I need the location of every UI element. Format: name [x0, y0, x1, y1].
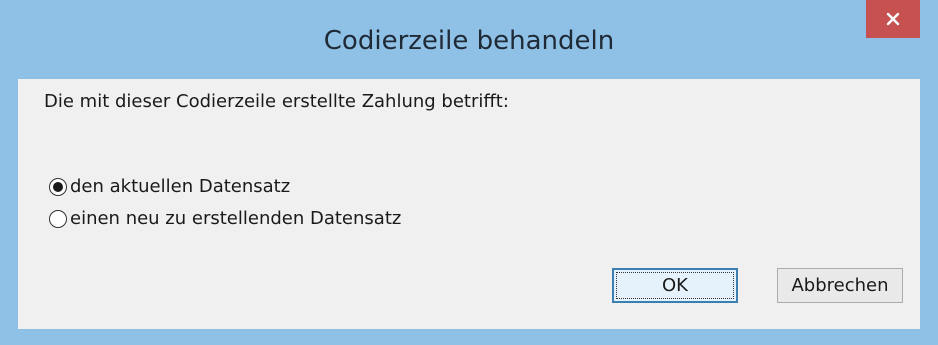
close-button[interactable]	[866, 0, 920, 38]
dialog-body: Die mit dieser Codierzeile erstellte Zah…	[18, 79, 920, 329]
window-title: Codierzeile behandeln	[323, 26, 615, 56]
close-icon	[885, 11, 901, 27]
radio-label-current-record[interactable]: den aktuellen Datensatz	[70, 174, 290, 200]
cancel-button[interactable]: Abbrechen	[777, 268, 903, 303]
ok-button[interactable]: OK	[612, 268, 738, 303]
radio-selected-icon[interactable]	[49, 178, 67, 196]
dialog-window: Codierzeile behandeln Die mit dieser Cod…	[0, 0, 938, 345]
cancel-button-label: Abbrechen	[791, 275, 889, 296]
radio-option-current-record[interactable]: den aktuellen Datensatz	[49, 174, 290, 200]
radio-unselected-icon[interactable]	[49, 210, 67, 228]
prompt-text: Die mit dieser Codierzeile erstellte Zah…	[44, 91, 509, 112]
radio-label-new-record[interactable]: einen neu zu erstellenden Datensatz	[70, 206, 401, 232]
focus-rectangle	[616, 272, 734, 299]
radio-option-new-record[interactable]: einen neu zu erstellenden Datensatz	[49, 206, 401, 232]
title-bar[interactable]: Codierzeile behandeln	[0, 0, 938, 79]
